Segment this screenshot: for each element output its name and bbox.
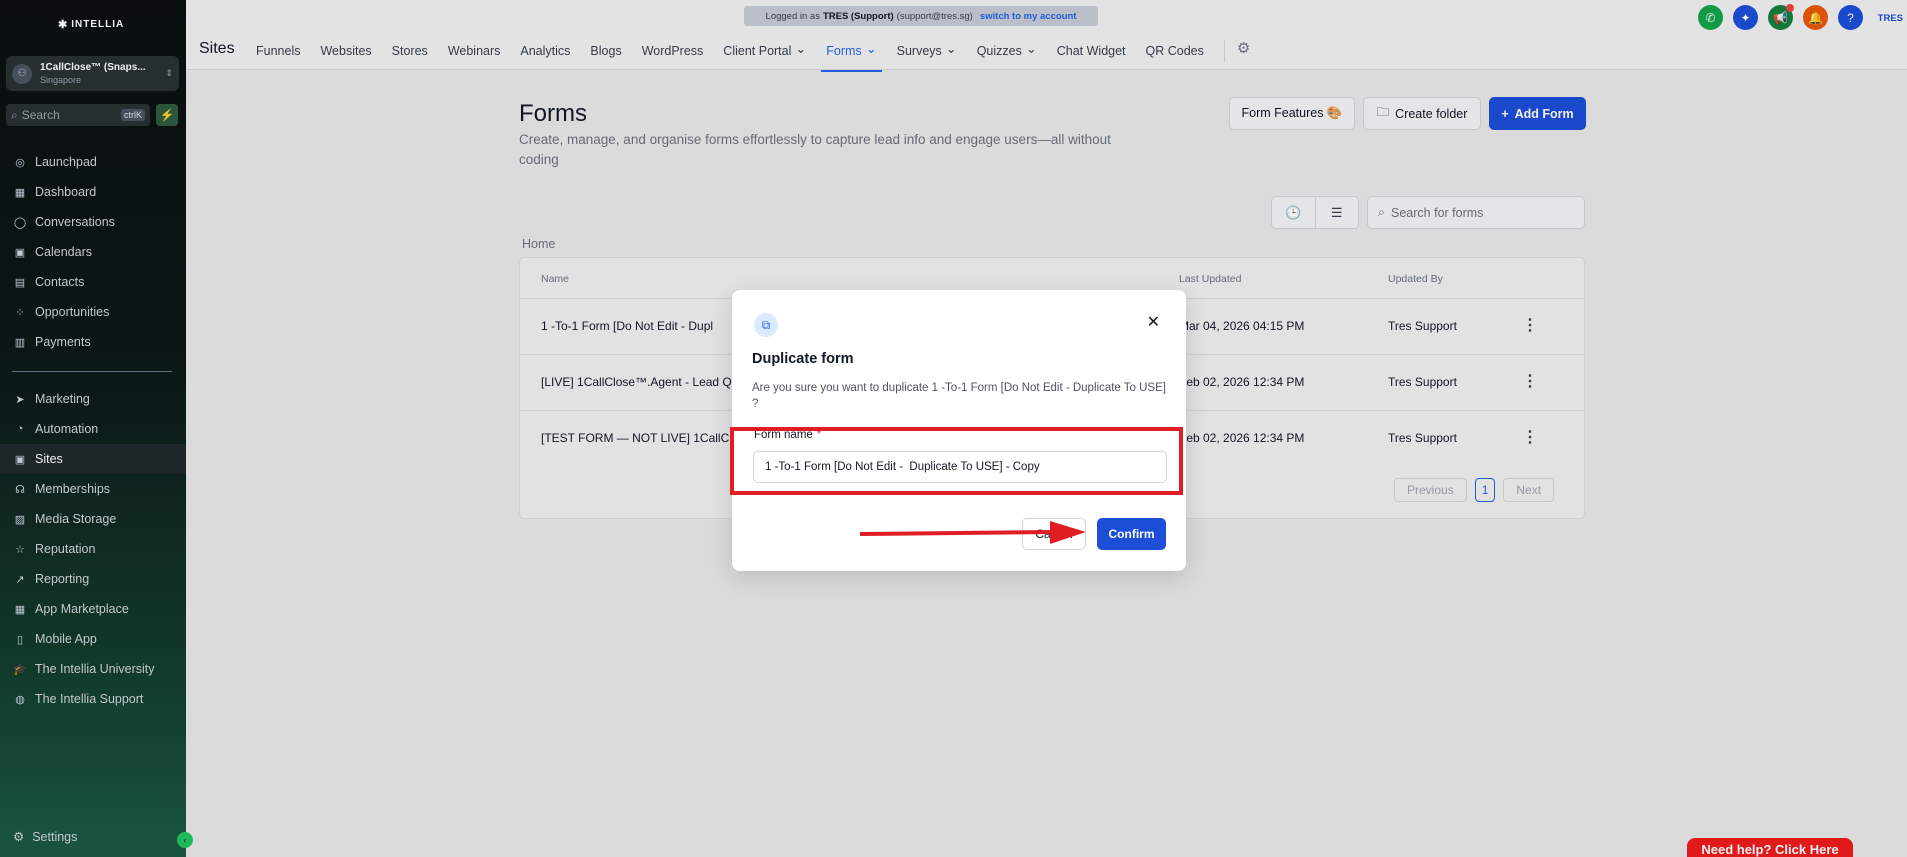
modal-title: Duplicate form (752, 351, 854, 367)
annotation-arrow (859, 521, 1086, 544)
annotation-arrow-shaft (859, 530, 1057, 536)
duplicate-icon: ⧉ (754, 313, 778, 337)
annotation-highlight-box (730, 427, 1183, 495)
modal-description: Are you sure you want to duplicate 1 -To… (752, 382, 1166, 410)
confirm-button[interactable]: Confirm (1097, 518, 1166, 550)
close-icon[interactable]: ✕ (1147, 312, 1160, 332)
annotation-arrow-head (1050, 521, 1086, 544)
